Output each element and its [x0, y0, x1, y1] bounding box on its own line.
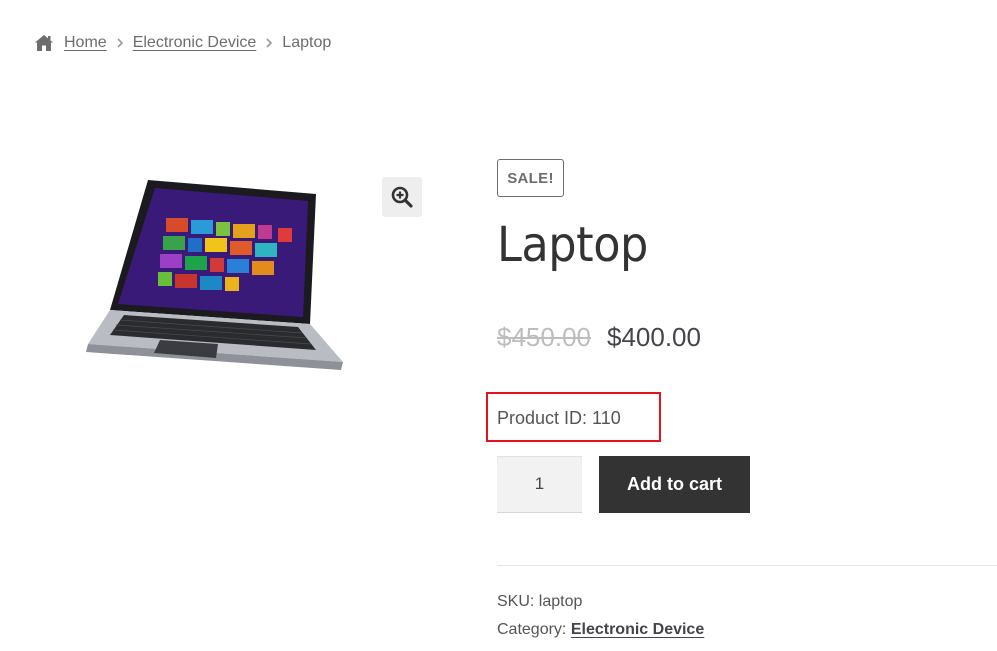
zoom-in-icon [391, 186, 413, 208]
chevron-right-icon [116, 37, 124, 49]
chevron-right-icon [265, 37, 273, 49]
category-link[interactable]: Electronic Device [571, 621, 704, 638]
product-gallery [34, 160, 424, 410]
sale-price: $400.00 [606, 322, 701, 352]
breadcrumb: Home Electronic Device Laptop [34, 31, 331, 55]
product-page: Home Electronic Device Laptop SALE! Lapt… [0, 0, 997, 651]
divider [497, 565, 997, 566]
product-id: Product ID: 110 [497, 408, 621, 428]
price: $450.00 $400.00 [497, 322, 701, 353]
zoom-button[interactable] [382, 177, 422, 217]
home-icon[interactable] [34, 34, 54, 52]
breadcrumb-home-link[interactable]: Home [64, 34, 107, 52]
sku-line: SKU: laptop [497, 588, 704, 616]
breadcrumb-category-link[interactable]: Electronic Device [133, 34, 257, 52]
sku-label: SKU: [497, 593, 535, 610]
product-meta: SKU: laptop Category: Electronic Device [497, 588, 704, 644]
product-title: Laptop [497, 217, 648, 273]
quantity-input[interactable] [497, 456, 582, 513]
breadcrumb-current: Laptop [282, 34, 332, 51]
sale-badge: SALE! [497, 159, 564, 197]
product-image[interactable] [48, 172, 348, 397]
category-line: Category: Electronic Device [497, 616, 704, 644]
sku-value: laptop [538, 593, 583, 610]
old-price: $450.00 [497, 322, 591, 352]
category-label: Category: [497, 621, 567, 638]
add-to-cart-button[interactable]: Add to cart [599, 456, 750, 513]
